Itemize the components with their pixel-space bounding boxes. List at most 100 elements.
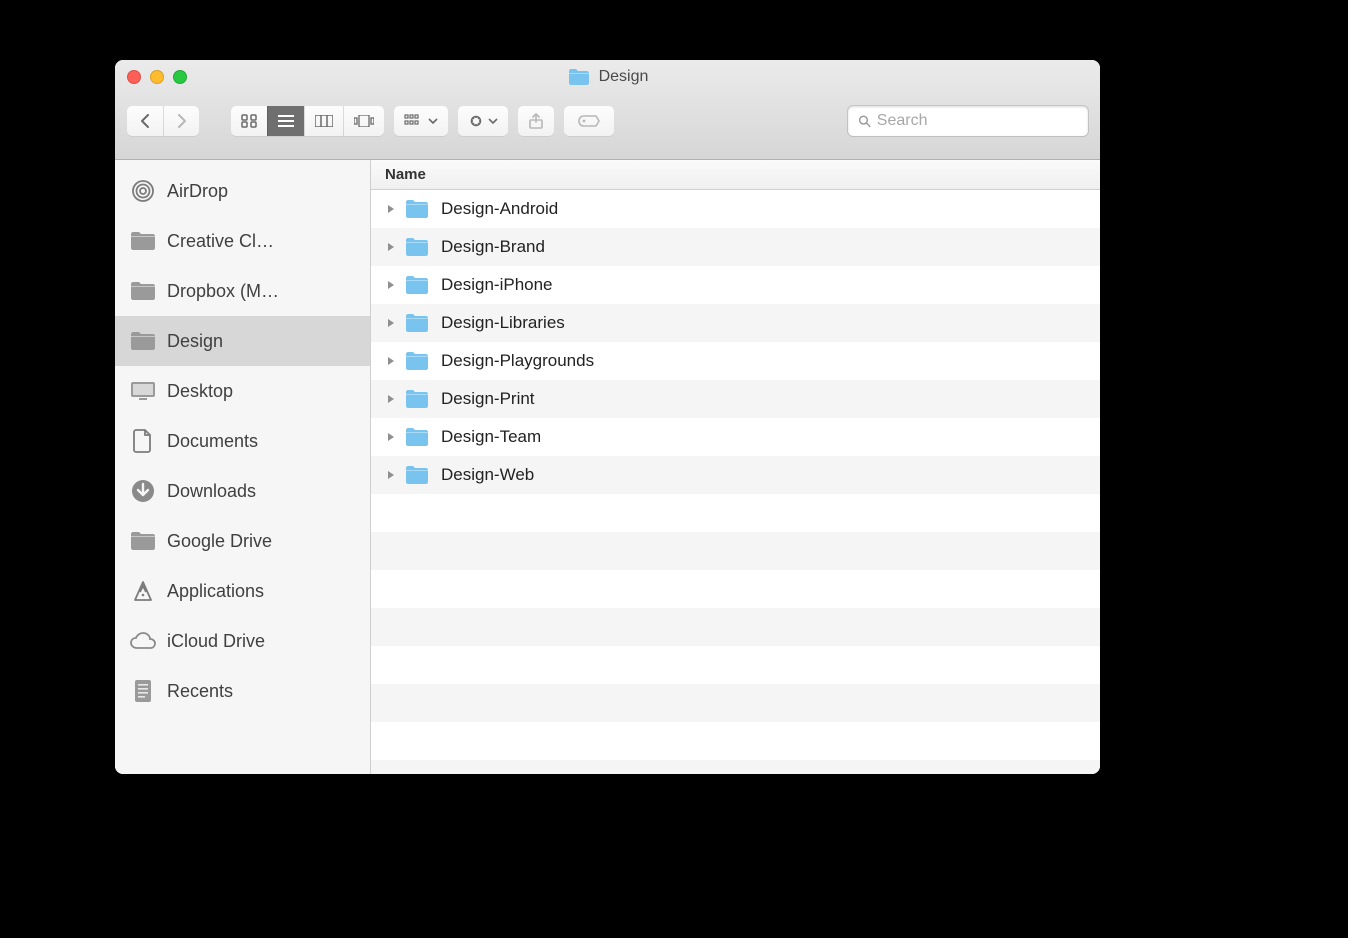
search-field-container[interactable] <box>848 106 1088 136</box>
sidebar-item-design[interactable]: Design <box>115 316 370 366</box>
minimize-window-button[interactable] <box>150 70 164 84</box>
view-gallery-button[interactable] <box>343 106 384 136</box>
cloud-icon <box>129 629 157 653</box>
airdrop-icon <box>129 179 157 203</box>
sidebar-item-recents[interactable]: Recents <box>115 666 370 716</box>
zoom-window-button[interactable] <box>173 70 187 84</box>
column-header-name[interactable]: Name <box>371 160 1100 190</box>
file-list[interactable]: Design-Android Design-Brand Design-iPhone D… <box>371 190 1100 774</box>
folder-gray-icon <box>129 229 157 253</box>
sidebar-item-label: Creative Cl… <box>167 231 274 252</box>
sidebar-item-documents[interactable]: Documents <box>115 416 370 466</box>
sidebar-item-label: Downloads <box>167 481 256 502</box>
empty-row <box>371 646 1100 684</box>
view-icons-button[interactable] <box>231 106 267 136</box>
sidebar-item-icloud-drive[interactable]: iCloud Drive <box>115 616 370 666</box>
file-row[interactable]: Design-Brand <box>371 228 1100 266</box>
arrange-button[interactable] <box>394 106 448 136</box>
sidebar-item-desktop[interactable]: Desktop <box>115 366 370 416</box>
finder-window: Design <box>115 60 1100 774</box>
nav-buttons <box>127 106 199 136</box>
file-row[interactable]: Design-Team <box>371 418 1100 456</box>
file-row[interactable]: Design-Playgrounds <box>371 342 1100 380</box>
folder-icon <box>405 465 429 485</box>
window-title: Design <box>599 68 649 86</box>
sidebar-item-downloads[interactable]: Downloads <box>115 466 370 516</box>
search-input[interactable] <box>877 112 1078 130</box>
traffic-lights <box>127 70 187 84</box>
empty-row <box>371 760 1100 774</box>
applications-icon <box>129 579 157 603</box>
file-name: Design-Web <box>441 465 534 485</box>
disclosure-triangle-icon[interactable] <box>385 356 397 366</box>
title-folder-icon <box>567 67 591 87</box>
close-window-button[interactable] <box>127 70 141 84</box>
sidebar-item-label: Applications <box>167 581 264 602</box>
sidebar-item-label: iCloud Drive <box>167 631 265 652</box>
sidebar-item-dropbox-m[interactable]: Dropbox (M… <box>115 266 370 316</box>
action-menu-button[interactable] <box>458 106 508 136</box>
sidebar-item-google-drive[interactable]: Google Drive <box>115 516 370 566</box>
folder-gray-icon <box>129 329 157 353</box>
disclosure-triangle-icon[interactable] <box>385 242 397 252</box>
column-header-name-label: Name <box>385 166 426 183</box>
empty-row <box>371 722 1100 760</box>
file-name: Design-Android <box>441 199 558 219</box>
disclosure-triangle-icon[interactable] <box>385 204 397 214</box>
empty-row <box>371 494 1100 532</box>
file-name: Design-iPhone <box>441 275 553 295</box>
empty-row <box>371 608 1100 646</box>
folder-icon <box>405 275 429 295</box>
toolbar <box>115 94 1100 159</box>
share-button[interactable] <box>518 106 554 136</box>
folder-icon <box>405 199 429 219</box>
sidebar-item-label: Dropbox (M… <box>167 281 279 302</box>
disclosure-triangle-icon[interactable] <box>385 318 397 328</box>
file-list-pane: Name Design-Android Design-Brand Design-iP… <box>371 160 1100 774</box>
empty-row <box>371 684 1100 722</box>
sidebar-item-airdrop[interactable]: AirDrop <box>115 166 370 216</box>
file-row[interactable]: Design-iPhone <box>371 266 1100 304</box>
disclosure-triangle-icon[interactable] <box>385 432 397 442</box>
desktop-icon <box>129 379 157 403</box>
search-icon <box>858 114 871 128</box>
empty-row <box>371 532 1100 570</box>
sidebar-item-label: Google Drive <box>167 531 272 552</box>
sidebar-item-label: AirDrop <box>167 181 228 202</box>
file-name: Design-Libraries <box>441 313 565 333</box>
disclosure-triangle-icon[interactable] <box>385 280 397 290</box>
sidebar-item-label: Desktop <box>167 381 233 402</box>
view-mode-buttons <box>231 106 384 136</box>
downloads-icon <box>129 479 157 503</box>
sidebar-item-label: Recents <box>167 681 233 702</box>
forward-button[interactable] <box>163 106 199 136</box>
file-name: Design-Print <box>441 389 535 409</box>
file-row[interactable]: Design-Android <box>371 190 1100 228</box>
file-name: Design-Team <box>441 427 541 447</box>
back-button[interactable] <box>127 106 163 136</box>
folder-icon <box>405 427 429 447</box>
folder-icon <box>405 237 429 257</box>
view-columns-button[interactable] <box>304 106 343 136</box>
folder-icon <box>405 313 429 333</box>
sidebar: AirDrop Creative Cl… Dropbox (M… Design Desk… <box>115 160 371 774</box>
file-row[interactable]: Design-Libraries <box>371 304 1100 342</box>
folder-gray-icon <box>129 279 157 303</box>
sidebar-item-label: Design <box>167 331 223 352</box>
tags-button[interactable] <box>564 106 614 136</box>
folder-icon <box>405 389 429 409</box>
file-row[interactable]: Design-Web <box>371 456 1100 494</box>
disclosure-triangle-icon[interactable] <box>385 470 397 480</box>
file-name: Design-Brand <box>441 237 545 257</box>
folder-icon <box>405 351 429 371</box>
recents-icon <box>129 679 157 703</box>
file-name: Design-Playgrounds <box>441 351 594 371</box>
documents-icon <box>129 429 157 453</box>
folder-gray-icon <box>129 529 157 553</box>
sidebar-item-label: Documents <box>167 431 258 452</box>
sidebar-item-creative-cl[interactable]: Creative Cl… <box>115 216 370 266</box>
view-list-button[interactable] <box>267 106 304 136</box>
disclosure-triangle-icon[interactable] <box>385 394 397 404</box>
sidebar-item-applications[interactable]: Applications <box>115 566 370 616</box>
file-row[interactable]: Design-Print <box>371 380 1100 418</box>
